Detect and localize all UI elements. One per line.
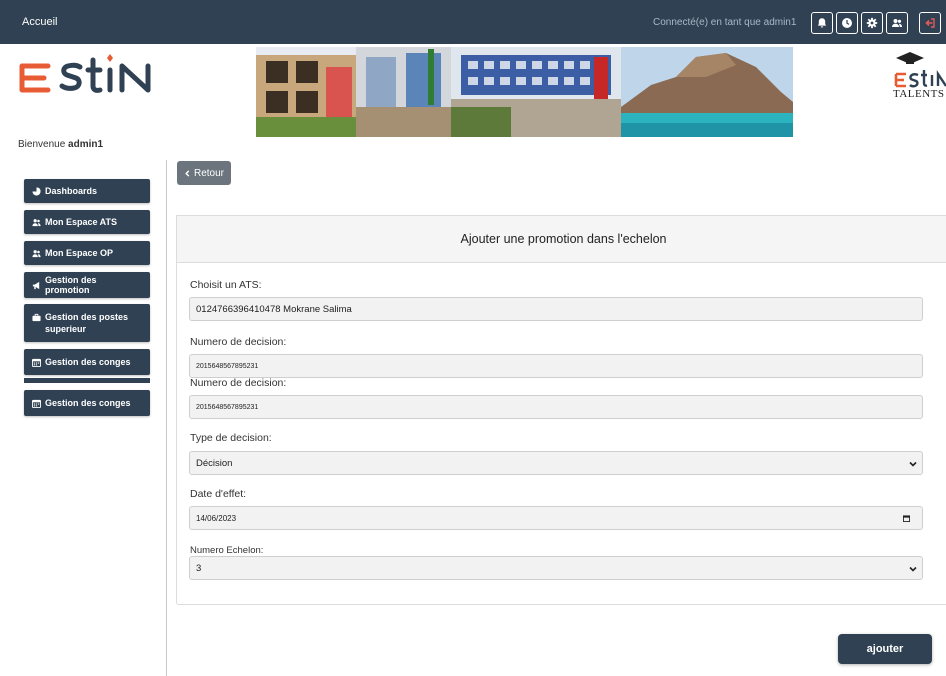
sidebar-item-label: Mon Espace OP <box>45 248 114 258</box>
sidebar-item-gestion-promotion[interactable]: Gestion des promotion <box>24 272 150 298</box>
sidebar-divider <box>166 160 167 676</box>
decision-number-label-2: Numero de decision: <box>190 377 287 389</box>
sidebar-item-label: Gestion des promotion <box>45 275 97 295</box>
card-header: Ajouter une promotion dans l'echelon <box>176 215 946 263</box>
decision-number-input[interactable]: 2015648567895231 <box>189 354 923 378</box>
sidebar-item-mon-espace-op[interactable]: Mon Espace OP <box>24 241 150 265</box>
chart-pie-icon <box>32 186 41 196</box>
sidebar-separator <box>24 378 150 383</box>
back-button-label: Retour <box>193 167 224 179</box>
effective-date-label: Date d'effet: <box>190 488 247 500</box>
talents-logo-text: TALENTS <box>893 88 945 100</box>
bell-icon <box>817 18 827 28</box>
sidebar-item-label: Gestion des postes superieur <box>45 312 129 334</box>
chevron-down-icon <box>909 566 917 572</box>
back-button[interactable]: Retour <box>177 161 231 185</box>
decision-number-value-2: 2015648567895231 <box>196 403 259 411</box>
history-button[interactable] <box>836 12 858 34</box>
decision-type-label: Type de decision: <box>190 432 272 444</box>
logout-button[interactable] <box>919 12 941 34</box>
sidebar-item-label: Dashboards <box>45 186 98 196</box>
notifications-button[interactable] <box>811 12 833 34</box>
ats-label: Choisit un ATS: <box>190 279 262 291</box>
effective-date-input[interactable]: 14/06/2023 <box>189 506 923 530</box>
estin-logo <box>19 54 151 93</box>
users-icon <box>32 249 41 257</box>
clock-icon <box>842 18 852 28</box>
decision-type-value: Décision <box>196 457 233 469</box>
ats-input-value: 0124766396410478 Mokrane Salima <box>196 303 352 315</box>
card-title: Ajouter une promotion dans l'echelon <box>460 232 667 246</box>
sidebar-item-label: Gestion des conges <box>45 357 131 367</box>
briefcase-icon <box>32 313 41 322</box>
welcome-username: admin1 <box>68 139 104 150</box>
gear-icon <box>866 17 878 29</box>
decision-number-input-2[interactable]: 2015648567895231 <box>189 395 923 419</box>
decision-number-value: 2015648567895231 <box>196 362 259 370</box>
welcome-prefix: Bienvenue <box>18 139 69 150</box>
chevron-left-icon <box>185 169 190 177</box>
chevron-down-icon <box>909 461 917 467</box>
sidebar-item-mon-espace-ats[interactable]: Mon Espace ATS <box>24 210 150 234</box>
echelon-value: 3 <box>196 562 202 574</box>
connected-user-text: Connecté(e) en tant que admin1 <box>653 17 797 28</box>
calendar-icon <box>32 358 41 367</box>
settings-button[interactable] <box>861 12 883 34</box>
sidebar-item-gestion-postes[interactable]: Gestion des postes superieur <box>24 304 150 342</box>
calendar-icon <box>32 399 41 408</box>
sidebar-item-gestion-conges[interactable]: Gestion des conges <box>24 349 150 375</box>
logout-icon <box>925 18 935 28</box>
top-navbar: Accueil Connecté(e) en tant que admin1 <box>0 0 946 44</box>
campus-banner-image <box>256 47 793 137</box>
echelon-label: Numero Echelon: <box>190 545 264 556</box>
ats-input[interactable]: 0124766396410478 Mokrane Salima <box>189 297 923 321</box>
welcome-text: Bienvenue admin1 <box>18 139 103 150</box>
submit-button-label: ajouter <box>866 643 904 655</box>
users-icon <box>892 19 902 27</box>
sidebar-item-dashboards[interactable]: Dashboards <box>24 179 150 203</box>
calendar-icon[interactable] <box>903 515 910 522</box>
echelon-select[interactable]: 3 <box>189 556 923 580</box>
submit-button[interactable]: ajouter <box>838 634 932 664</box>
sidebar-item-label: Gestion des conges <box>45 398 131 408</box>
decision-number-label: Numero de decision: <box>190 336 287 348</box>
effective-date-value: 14/06/2023 <box>196 513 237 523</box>
users-button[interactable] <box>886 12 908 34</box>
sidebar-item-label: Mon Espace ATS <box>45 217 118 227</box>
users-icon <box>32 218 41 226</box>
sidebar-item-gestion-conges-2[interactable]: Gestion des conges <box>24 390 150 416</box>
home-link[interactable]: Accueil <box>22 16 57 28</box>
bullhorn-icon <box>32 281 40 289</box>
decision-type-select[interactable]: Décision <box>189 451 923 475</box>
